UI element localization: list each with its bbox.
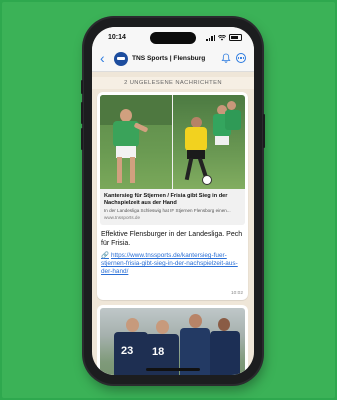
message-bubble[interactable]: Kantersieg für Stjernen / Frisia gibt Si… — [97, 92, 248, 300]
signal-icon — [206, 34, 215, 41]
dynamic-island — [150, 32, 196, 44]
chat-header: ‹ TNS Sports | Flensburg — [92, 47, 254, 72]
team-photo[interactable]: 23 18 — [100, 308, 245, 375]
chevron-left-icon[interactable]: ‹ — [100, 51, 105, 65]
bell-icon[interactable] — [221, 53, 231, 63]
message-timestamp: 10:02 — [230, 291, 243, 296]
more-circle-icon[interactable] — [236, 53, 246, 63]
status-time: 10:14 — [108, 34, 126, 41]
power-button — [263, 114, 265, 148]
link-icon: 🔗 — [101, 252, 109, 259]
preview-image — [100, 95, 245, 189]
unread-messages-banner: 2 UNGELESENE NACHRICHTEN — [92, 77, 254, 89]
battery-icon — [229, 34, 242, 41]
preview-photo-left — [100, 95, 172, 189]
preview-description: In der Landesliga Schleswig hat IF Stjer… — [104, 208, 231, 213]
message-bubble-image[interactable]: 23 18 — [97, 305, 248, 375]
channel-name[interactable]: TNS Sports | Flensburg — [132, 55, 205, 62]
status-icons — [206, 34, 242, 41]
jersey-number: 23 — [121, 345, 134, 357]
preview-site: www.tnssports.de — [104, 215, 140, 220]
status-bar: 10:14 — [92, 27, 254, 47]
preview-title[interactable]: Kantersieg für Stjernen / Frisia gibt Si… — [104, 193, 242, 207]
phone-screen: 10:14 ‹ TNS Sports | Flensburg 2 UNGELES… — [92, 27, 254, 375]
wifi-icon — [218, 34, 226, 41]
preview-photo-right — [173, 95, 245, 189]
link-preview[interactable]: Kantersieg für Stjernen / Frisia gibt Si… — [100, 95, 245, 225]
volume-up-button — [81, 102, 83, 124]
jersey-number: 18 — [152, 346, 165, 358]
message-text: Effektive Flensburger in der Landesliga.… — [101, 231, 243, 247]
side-button — [81, 80, 83, 94]
avatar[interactable] — [114, 52, 128, 66]
message-link-url[interactable]: https://www.tnssports.de/kantersieg-fuer… — [101, 252, 238, 275]
volume-down-button — [81, 128, 83, 150]
phone-device: 10:14 ‹ TNS Sports | Flensburg 2 UNGELES… — [81, 18, 265, 384]
home-indicator[interactable] — [146, 368, 200, 371]
message-link[interactable]: 🔗 https://www.tnssports.de/kantersieg-fue… — [101, 252, 241, 277]
